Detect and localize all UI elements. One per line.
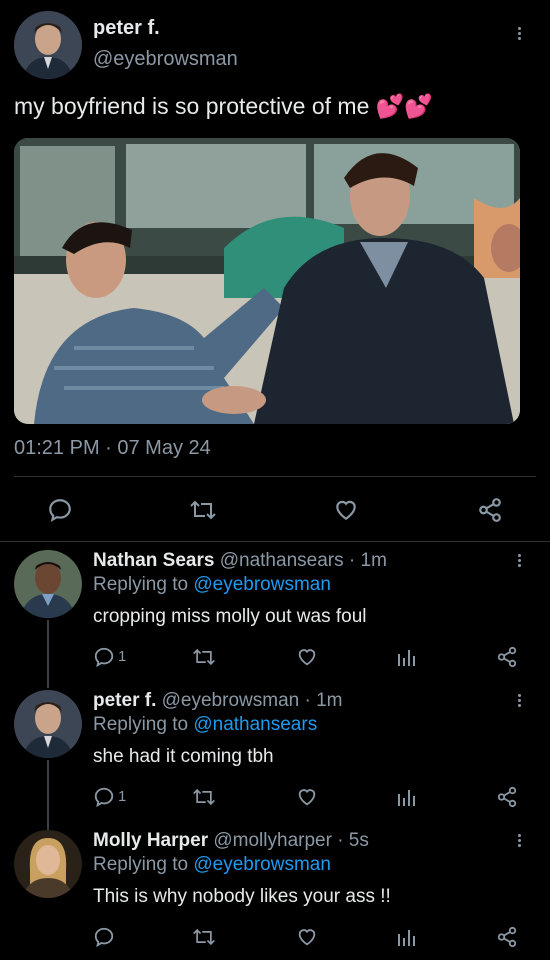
replying-to-link[interactable]: @eyebrowsman bbox=[193, 854, 331, 875]
reply-text: she had it coming tbh bbox=[93, 746, 274, 767]
thread-line bbox=[47, 760, 49, 830]
reply-author-handle[interactable]: @mollyharper bbox=[213, 830, 332, 851]
tweet-text-body: my boyfriend is so protective of me bbox=[14, 93, 370, 119]
more-options-icon[interactable] bbox=[518, 832, 522, 849]
reply-count: 1 bbox=[118, 648, 127, 665]
more-options-icon[interactable] bbox=[518, 552, 522, 569]
reply-text: This is why nobody likes your ass !! bbox=[93, 886, 391, 907]
reply-header: Molly Harper @mollyharper · 5s bbox=[93, 830, 369, 852]
reply-author-handle[interactable]: @nathansears bbox=[220, 550, 344, 571]
share-icon[interactable] bbox=[496, 786, 518, 808]
reply-icon[interactable] bbox=[93, 646, 115, 668]
replying-to-link[interactable]: @nathansears bbox=[193, 714, 317, 735]
reply-count: 1 bbox=[118, 788, 127, 805]
retweet-icon[interactable] bbox=[192, 786, 216, 808]
tweet-emoji: 💕💕 bbox=[375, 93, 434, 119]
avatar[interactable] bbox=[14, 550, 82, 618]
reply-author-handle[interactable]: @eyebrowsman bbox=[162, 690, 300, 711]
share-icon[interactable] bbox=[496, 646, 518, 668]
replying-to-label: Replying to bbox=[93, 714, 189, 735]
author-name[interactable]: peter f. bbox=[93, 17, 160, 40]
share-icon[interactable] bbox=[496, 926, 518, 948]
like-icon[interactable] bbox=[296, 646, 318, 668]
reply-time: · 5s bbox=[337, 830, 369, 851]
reply-icon[interactable] bbox=[93, 786, 115, 808]
analytics-icon[interactable] bbox=[396, 786, 416, 808]
retweet-icon[interactable] bbox=[192, 646, 216, 668]
reply-time: · 1m bbox=[304, 690, 343, 711]
more-options-icon[interactable] bbox=[518, 692, 522, 709]
thread-line bbox=[47, 620, 49, 688]
reply-author-name[interactable]: Nathan Sears bbox=[93, 550, 214, 571]
share-icon[interactable] bbox=[477, 497, 503, 523]
reply-text: cropping miss molly out was foul bbox=[93, 606, 367, 627]
reply-time: · 1m bbox=[348, 550, 387, 571]
like-icon[interactable] bbox=[296, 926, 318, 948]
replying-to: Replying to @nathansears bbox=[93, 714, 317, 736]
reply-icon[interactable] bbox=[93, 926, 115, 948]
divider bbox=[14, 476, 536, 477]
retweet-icon[interactable] bbox=[189, 497, 217, 523]
replying-to-link[interactable]: @eyebrowsman bbox=[193, 574, 331, 595]
analytics-icon[interactable] bbox=[396, 646, 416, 668]
reply-author-name[interactable]: peter f. bbox=[93, 690, 156, 711]
reply-header: Nathan Sears @nathansears · 1m bbox=[93, 550, 387, 572]
tweet-text: my boyfriend is so protective of me 💕💕 bbox=[14, 93, 433, 120]
avatar[interactable] bbox=[14, 830, 82, 898]
replying-to: Replying to @eyebrowsman bbox=[93, 854, 331, 876]
replying-to: Replying to @eyebrowsman bbox=[93, 574, 331, 596]
replying-to-label: Replying to bbox=[93, 574, 189, 595]
replying-to-label: Replying to bbox=[93, 854, 189, 875]
tweet-timestamp: 01:21 PM · 07 May 24 bbox=[14, 437, 211, 459]
reply-author-name[interactable]: Molly Harper bbox=[93, 830, 208, 851]
reply-header: peter f. @eyebrowsman · 1m bbox=[93, 690, 343, 712]
more-options-icon[interactable] bbox=[518, 25, 522, 42]
analytics-icon[interactable] bbox=[396, 926, 416, 948]
retweet-icon[interactable] bbox=[192, 926, 216, 948]
like-icon[interactable] bbox=[296, 786, 318, 808]
tweet-image[interactable] bbox=[14, 138, 520, 424]
divider bbox=[0, 541, 550, 542]
avatar[interactable] bbox=[14, 690, 82, 758]
author-handle[interactable]: @eyebrowsman bbox=[93, 48, 238, 71]
reply-icon[interactable] bbox=[47, 497, 73, 523]
like-icon[interactable] bbox=[333, 497, 359, 523]
avatar[interactable] bbox=[14, 11, 82, 79]
